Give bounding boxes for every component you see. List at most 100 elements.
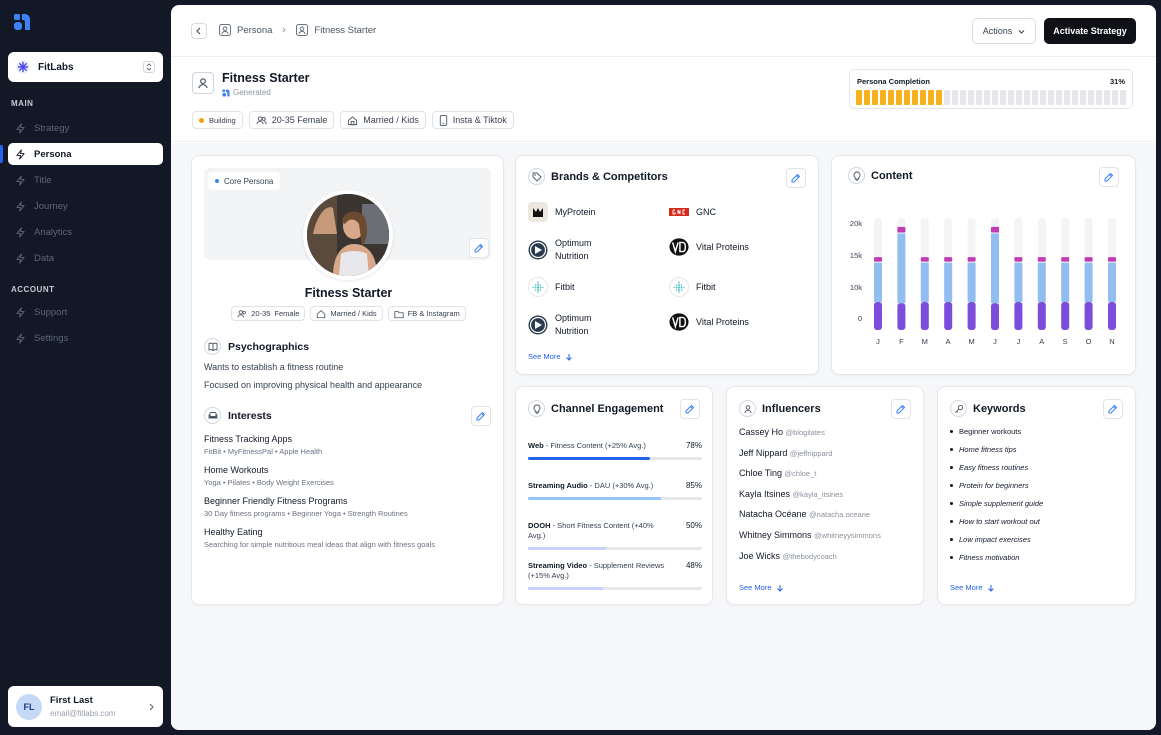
channel-bar-fill: [528, 457, 651, 460]
brands-see-more-link[interactable]: See More: [528, 352, 573, 361]
brand-item[interactable]: Vital Proteins: [669, 237, 749, 257]
keyword-item: Simple supplement guide: [950, 499, 1043, 508]
channel-item: Streaming Video - Supplement Reviews (+1…: [528, 561, 702, 590]
section-account-label: ACCOUNT: [11, 285, 55, 294]
influencer-item[interactable]: Kayla Itsines @kayla_itsines: [739, 489, 843, 499]
tag-household: Married / Kids: [310, 306, 383, 321]
brand-item[interactable]: Fitbit: [669, 277, 716, 297]
brand-name: Vital Proteins: [696, 241, 749, 252]
edit-brands-button[interactable]: [786, 168, 806, 188]
brand-item[interactable]: MyProtein: [528, 202, 596, 222]
back-button[interactable]: [191, 23, 207, 39]
persona-icon: [296, 24, 309, 36]
sidebar-item-settings[interactable]: Settings: [8, 327, 163, 349]
completion-segment: [1072, 90, 1078, 105]
tag-age-gender: 20-35 Female: [231, 306, 306, 321]
channel-desc: - Fitness Content (+25% Avg.): [543, 441, 646, 450]
completion-segment: [1104, 90, 1110, 105]
bar-segment: [1037, 262, 1046, 302]
persona-completion: Persona Completion 31%: [849, 69, 1133, 109]
org-switcher[interactable]: FitLabs: [8, 52, 163, 82]
completion-segment: [944, 90, 950, 105]
sidebar-item-journey[interactable]: Journey: [8, 195, 163, 217]
interest-item: Healthy Eating Searching for simple nutri…: [204, 527, 435, 549]
user-menu[interactable]: FL First Last email@fitlabs.com: [8, 686, 163, 727]
bar-segment: [1108, 257, 1116, 262]
keyword-item: Fitness motivation: [950, 553, 1019, 562]
tag-social: FB & Instagram: [387, 306, 466, 321]
bar-segment: [1084, 262, 1093, 302]
completion-segment: [1000, 90, 1006, 105]
org-name: FitLabs: [38, 61, 74, 73]
couch-icon: [204, 407, 221, 424]
bullet-icon: [950, 502, 953, 505]
psychographics-heading: Psychographics: [204, 338, 309, 355]
tag-channels: Insta & Tiktok: [431, 111, 514, 129]
influencers-see-more-link[interactable]: See More: [739, 583, 784, 592]
keyword-text: Simple supplement guide: [959, 499, 1044, 508]
avatar: FL: [16, 693, 42, 720]
bar-segment: [920, 257, 929, 262]
influencer-item[interactable]: Joe Wicks @thebodycoach: [739, 551, 837, 561]
breadcrumb-persona[interactable]: Persona: [237, 25, 272, 36]
keyword-item: How to start workout out: [950, 517, 1040, 526]
keywords-see-more-link[interactable]: See More: [950, 583, 995, 592]
influencer-name: Joe Wicks: [739, 550, 781, 561]
completion-segment: [912, 90, 918, 105]
core-persona-badge: Core Persona: [208, 172, 281, 190]
channel-desc: - DAU (+30% Avg.): [587, 481, 654, 490]
bar-segment: [897, 226, 906, 233]
tag-age: 20-35: [251, 309, 271, 318]
edit-influencers-button[interactable]: [891, 399, 911, 419]
brand-name: Optimum Nutrition: [555, 238, 592, 261]
completion-segment: [992, 90, 998, 105]
psychographic-item: Wants to establish a fitness routine: [204, 362, 344, 372]
app-logo[interactable]: [13, 13, 31, 31]
arrow-down-icon: [565, 353, 572, 361]
sidebar-item-persona[interactable]: Persona: [8, 143, 163, 165]
persona-header: Fitness Starter Generated Building 20-35…: [171, 57, 1156, 142]
completion-segment: [904, 90, 910, 105]
influencer-item[interactable]: Natacha Océane @natacha.oceane: [739, 509, 870, 519]
sidebar-item-data[interactable]: Data: [8, 247, 163, 269]
bar-segment: [874, 302, 882, 330]
sidebar-item-title[interactable]: Title: [8, 169, 163, 191]
brand-item[interactable]: GNC: [669, 202, 716, 222]
x-tick-label: J: [876, 337, 880, 346]
brand-item[interactable]: Optimum Nutrition: [528, 237, 615, 263]
bullet-icon: [950, 556, 953, 559]
bolt-icon: [15, 252, 26, 264]
edit-channel-button[interactable]: [680, 399, 700, 419]
fitbit-logo-icon: [669, 277, 689, 297]
sidebar-item-support[interactable]: Support: [8, 301, 163, 323]
bar-segment: [967, 302, 976, 330]
core-persona-text: Core Persona: [224, 176, 274, 186]
brand-item[interactable]: Optimum Nutrition: [528, 312, 615, 338]
sidebar-item-label: Strategy: [34, 122, 70, 134]
influencer-item[interactable]: Jeff Nippard @jeffnippard: [739, 448, 832, 458]
completion-segment: [1048, 90, 1054, 105]
edit-keywords-button[interactable]: [1103, 399, 1123, 419]
x-tick-label: J: [993, 337, 997, 346]
influencer-item[interactable]: Whitney Simmons @whitneyysimmons: [739, 530, 881, 540]
edit-interests-button[interactable]: [471, 406, 491, 426]
sidebar-item-label: Support: [34, 306, 68, 318]
actions-button[interactable]: Actions: [972, 18, 1036, 44]
tag-channels-text: Insta & Tiktok: [452, 115, 507, 125]
bar-segment: [944, 257, 953, 262]
bar-segment: [1108, 262, 1116, 302]
x-tick-label: F: [899, 337, 904, 346]
edit-icon: [791, 173, 801, 183]
sidebar-item-analytics[interactable]: Analytics: [8, 221, 163, 243]
brand-item[interactable]: Fitbit: [528, 277, 575, 297]
influencer-item[interactable]: Cassey Ho @blogilates: [739, 427, 825, 437]
influencer-item[interactable]: Chloe Ting @chloe_t: [739, 468, 816, 478]
brand-item[interactable]: Vital Proteins: [669, 312, 749, 332]
activate-strategy-button[interactable]: Activate Strategy: [1044, 18, 1136, 44]
sidebar-item-strategy[interactable]: Strategy: [8, 117, 163, 139]
edit-persona-button[interactable]: [469, 238, 489, 258]
bar-segment: [1061, 262, 1070, 302]
breadcrumb-current[interactable]: Fitness Starter: [314, 25, 376, 36]
bullet-icon: [950, 430, 953, 433]
bar-segment: [1037, 257, 1046, 262]
